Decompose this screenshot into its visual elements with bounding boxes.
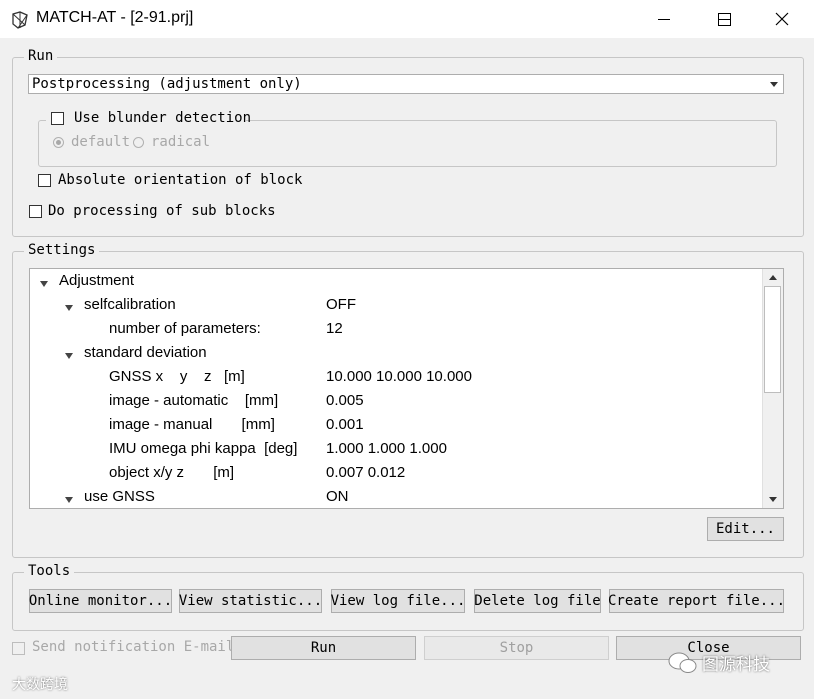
window-title: MATCH-AT - [2-91.prj] xyxy=(36,9,194,26)
tree-value: 0.001 xyxy=(326,416,364,433)
scroll-up-icon[interactable] xyxy=(769,275,777,280)
radical-radio[interactable] xyxy=(133,137,144,148)
scroll-thumb[interactable] xyxy=(764,286,781,393)
tree-item-object[interactable]: object x/y z [m] xyxy=(109,464,234,488)
expand-icon[interactable] xyxy=(65,305,73,311)
scroll-down-icon[interactable] xyxy=(769,497,777,502)
tree-value: OFF xyxy=(326,296,356,313)
absolute-orientation-checkbox[interactable] xyxy=(38,174,51,187)
sub-blocks-checkbox[interactable] xyxy=(29,205,42,218)
default-radio[interactable] xyxy=(53,137,64,148)
send-email-label: Send notification E-mail xyxy=(32,639,235,655)
close-icon xyxy=(775,12,789,26)
tree-value: 10.000 10.000 10.000 xyxy=(326,368,472,385)
tree-item-gnss[interactable]: GNSS x y z [m] xyxy=(109,368,245,392)
settings-group-label: Settings xyxy=(24,242,100,258)
run-mode-select[interactable]: Postprocessing (adjustment only) xyxy=(28,74,784,94)
tree-value: ON xyxy=(326,488,349,505)
blunder-detection-checkbox[interactable] xyxy=(51,112,64,125)
blunder-detection-label: Use blunder detection xyxy=(74,110,252,126)
close-window-button[interactable] xyxy=(752,0,812,38)
minimize-icon xyxy=(658,18,670,20)
tree-value: 0.005 xyxy=(326,392,364,409)
send-email-checkbox[interactable] xyxy=(12,642,25,655)
settings-tree[interactable]: Adjustment selfcalibration OFF number of… xyxy=(29,268,784,509)
tree-item-parameters[interactable]: number of parameters: xyxy=(109,320,261,344)
sub-blocks-label: Do processing of sub blocks xyxy=(48,203,276,219)
edit-button[interactable]: Edit... xyxy=(707,517,784,541)
tree-item-adjustment[interactable]: Adjustment xyxy=(59,272,134,296)
tools-group-label: Tools xyxy=(24,563,75,579)
default-radio-label: default xyxy=(71,134,131,150)
tree-scrollbar[interactable] xyxy=(762,269,783,508)
chevron-down-icon xyxy=(770,82,778,87)
watermark-right-text: 图源科技 xyxy=(702,655,770,675)
tree-value: 0.007 0.012 xyxy=(326,464,406,481)
tree-item-image-automatic[interactable]: image - automatic [mm] xyxy=(109,392,278,416)
maximize-icon xyxy=(717,12,731,26)
watermark-right: 图源科技 xyxy=(668,650,770,675)
run-button[interactable]: Run xyxy=(231,636,416,660)
wechat-icon xyxy=(668,652,697,673)
minimize-button-area[interactable] xyxy=(634,0,694,38)
absolute-orientation-label: Absolute orientation of block xyxy=(58,172,303,188)
view-statistic-button[interactable]: View statistic... xyxy=(179,589,322,613)
create-report-button[interactable]: Create report file... xyxy=(608,589,785,613)
delete-log-button[interactable]: Delete log file xyxy=(474,589,601,613)
run-group-label: Run xyxy=(24,48,58,64)
view-log-button[interactable]: View log file... xyxy=(331,589,465,613)
expand-icon[interactable] xyxy=(65,497,73,503)
maximize-button[interactable] xyxy=(694,0,754,38)
tree-item-selfcalibration[interactable]: selfcalibration xyxy=(84,296,176,320)
tree-value: 1.000 1.000 1.000 xyxy=(326,440,447,457)
app-icon xyxy=(12,11,28,29)
watermark-left: 大数跨境 xyxy=(12,674,68,694)
online-monitor-button[interactable]: Online monitor... xyxy=(29,589,172,613)
tree-item-use-gnss[interactable]: use GNSS xyxy=(84,488,155,508)
radical-radio-label: radical xyxy=(151,134,211,150)
tree-value: 12 xyxy=(326,320,343,337)
run-mode-value: Postprocessing (adjustment only) xyxy=(32,76,302,92)
tree-item-standard-deviation[interactable]: standard deviation xyxy=(84,344,207,368)
tree-item-imu[interactable]: IMU omega phi kappa [deg] xyxy=(109,440,297,464)
tree-item-image-manual[interactable]: image - manual [mm] xyxy=(109,416,275,440)
watermark-left-text: 大数跨境 xyxy=(12,677,68,693)
stop-button[interactable]: Stop xyxy=(424,636,609,660)
expand-icon[interactable] xyxy=(40,281,48,287)
expand-icon[interactable] xyxy=(65,353,73,359)
